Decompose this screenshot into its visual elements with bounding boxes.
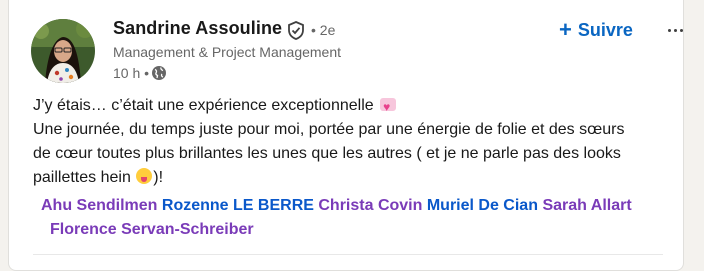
post-line-text: )! [153,169,164,186]
post-card: Sandrine Assouline • 2e Management & Pro… [8,0,684,271]
plus-icon: + [559,17,572,42]
mention-link[interactable]: Sarah Allart [542,197,631,214]
more-dot [679,28,683,32]
post-time: 10 h • [113,65,150,81]
more-dot [673,28,677,32]
divider [33,254,663,255]
post-line-text: J’y étais… c’était une expérience except… [33,97,374,114]
more-dot [667,28,671,32]
follow-button[interactable]: + Suivre [559,16,633,44]
mentions-list: Ahu Sendilmen Rozenne LE BERRE Christa C… [41,194,681,242]
mention-link[interactable]: Ahu Sendilmen [41,197,157,214]
mention-link[interactable]: Christa Covin [318,197,422,214]
face-tongue-emoji [136,168,153,184]
post-line: paillettes hein )! [33,166,683,190]
mention-link[interactable]: Muriel De Cian [427,197,538,214]
author-headline: Management & Project Management [113,44,342,60]
mentions-row: Ahu Sendilmen Rozenne LE BERRE Christa C… [41,194,681,218]
mentions-row: Florence Servan-Schreiber [41,218,681,242]
follow-label: Suivre [577,19,633,40]
author-avatar[interactable] [31,19,95,83]
post-meta: 10 h • [113,64,167,82]
post-line: J’y étais… c’était une expérience except… [33,94,683,119]
post-body: J’y étais… c’était une expérience except… [33,94,683,190]
more-horizontal-icon[interactable] [661,16,689,44]
post-line-text: paillettes hein [33,169,131,186]
globe-icon [152,66,167,80]
heart-emoji [380,95,397,119]
author-name[interactable]: Sandrine Assouline [113,18,282,39]
avatar-photo [31,19,95,83]
post-line: Une journée, du temps juste pour moi, po… [33,121,625,138]
mention-link[interactable]: Rozenne LE BERRE [162,197,314,214]
mention-link[interactable]: Florence Servan-Schreiber [50,221,254,238]
connection-degree: • 2e [311,22,336,38]
shield-check-icon [288,21,304,40]
post-line: de cœur toutes plus brillantes les unes … [33,145,621,162]
